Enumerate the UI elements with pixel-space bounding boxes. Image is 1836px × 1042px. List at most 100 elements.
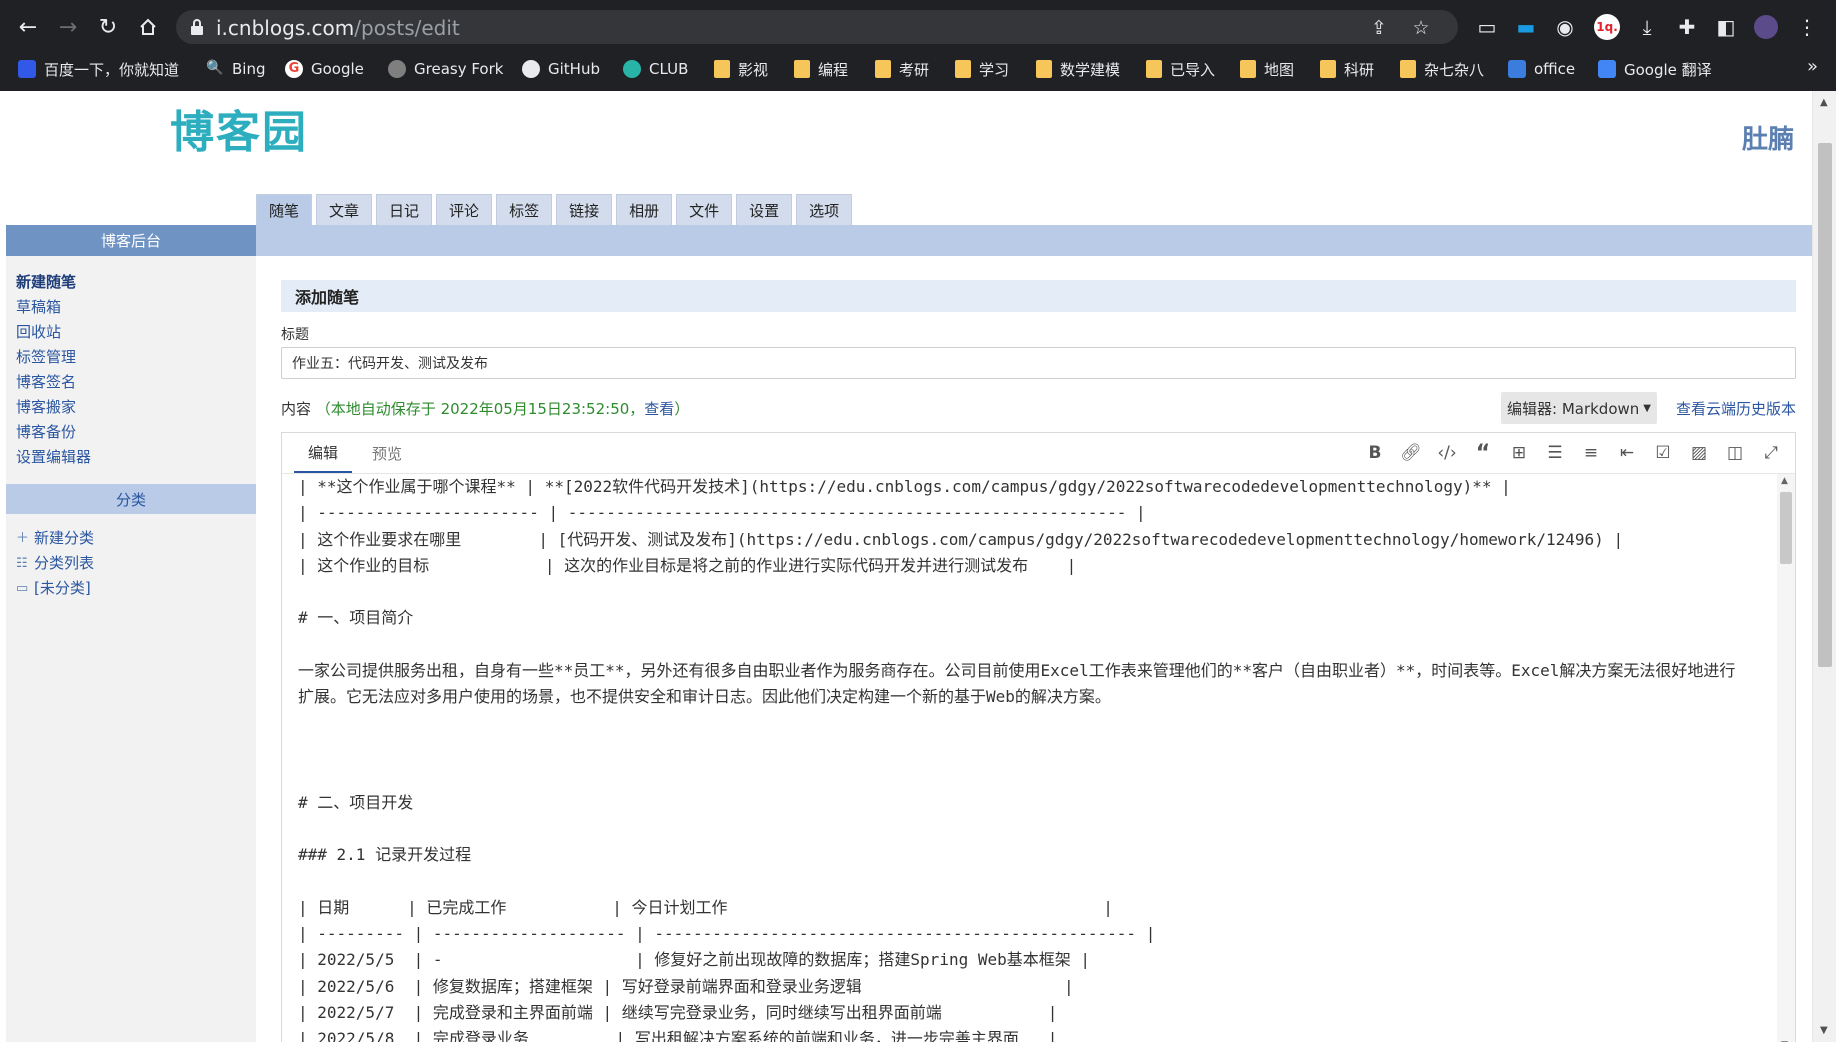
tab-preview[interactable]: 预览 <box>358 433 416 473</box>
reload-button[interactable]: ↻ <box>90 8 126 46</box>
section-title: 添加随笔 <box>281 280 1796 312</box>
sidebar-header: 博客后台 <box>6 225 256 256</box>
autosave-close-paren: ） <box>674 400 690 418</box>
eye-ext-icon[interactable]: ◉ <box>1548 10 1582 44</box>
editor-type-dropdown[interactable]: 编辑器: Markdown ▼ <box>1501 392 1657 424</box>
back-arrow-icon: ← <box>18 14 38 40</box>
bookmark-google-translate[interactable]: Google 翻译 <box>1598 56 1712 82</box>
cnblogs-logo[interactable]: 博客园 <box>170 105 308 158</box>
bookmark-folder-xuexi[interactable]: 学习 <box>955 56 1009 82</box>
tab-wenzhang[interactable]: 文章 <box>316 194 373 225</box>
bookmark-bing[interactable]: 🔍 Bing <box>206 56 266 82</box>
tab-edit[interactable]: 编辑 <box>294 433 353 473</box>
bookmark-google[interactable]: G Google <box>285 56 364 82</box>
category-new[interactable]: ＋新建分类 <box>16 526 246 551</box>
bookmark-office[interactable]: office <box>1508 56 1575 82</box>
reader-ext-icon[interactable]: ▭ <box>1470 10 1504 44</box>
link-icon[interactable]: 🔗︎ <box>1399 442 1423 464</box>
sidebar-item-new-post[interactable]: 新建随笔 <box>16 270 246 295</box>
tab-biaoqian[interactable]: 标签 <box>496 194 553 225</box>
autosave-view-link[interactable]: 查看 <box>644 400 674 418</box>
checkbox-icon[interactable]: ☑ <box>1651 442 1675 464</box>
scroll-up-icon[interactable]: ▲ <box>1820 97 1828 108</box>
sidebar-item-drafts[interactable]: 草稿箱 <box>16 295 246 320</box>
image-icon[interactable]: ▨ <box>1687 442 1711 464</box>
sidebar-item-recycle-bin[interactable]: 回收站 <box>16 320 246 345</box>
bookmark-folder-shuxuejianmo[interactable]: 数学建模 <box>1036 56 1120 82</box>
category-uncategorized[interactable]: ▭ [未分类] <box>16 576 246 601</box>
bookmark-github[interactable]: GitHub <box>522 56 600 82</box>
side-by-side-icon[interactable]: ◫ <box>1723 442 1747 464</box>
page-scrollbar[interactable]: ▲ ▼ <box>1812 91 1836 1042</box>
page: 博客园 肚腩 随笔 文章 日记 评论 标签 链接 相册 文件 设置 选项 博客后… <box>0 91 1812 1042</box>
download-icon[interactable]: ⤓ <box>1630 10 1664 44</box>
username-link[interactable]: 肚腩 <box>1742 119 1794 156</box>
tab-xuanxiang[interactable]: 选项 <box>796 194 853 225</box>
editor-textarea[interactable]: | **这个作业属于哪个课程** | **[2022软件代码开发技术](http… <box>282 473 1795 1042</box>
bookmarks-bar: 百度一下，你就知道 🔍 Bing G Google Greasy Fork GitH… <box>0 53 1836 85</box>
tab-suibi[interactable]: 随笔 <box>256 194 313 225</box>
scroll-up-icon[interactable]: ▲ <box>1781 476 1788 486</box>
cloud-history-link[interactable]: 查看云端历史版本 <box>1676 398 1796 419</box>
bookmark-folder-yidaoru[interactable]: 已导入 <box>1146 56 1215 82</box>
iq-ext-icon[interactable]: 1q. <box>1590 10 1624 44</box>
bookmark-folder-yingshi[interactable]: 影视 <box>714 56 768 82</box>
home-button[interactable] <box>130 8 166 46</box>
category-list[interactable]: ☷ 分类列表 <box>16 551 246 576</box>
puzzle-extensions-icon[interactable]: ✚ <box>1670 10 1704 44</box>
scroll-down-icon[interactable]: ▼ <box>1820 1025 1828 1036</box>
share-icon[interactable]: ⇪ <box>1368 17 1390 39</box>
address-bar[interactable]: i.cnblogs.com/posts/edit ⇪ ☆ <box>176 10 1458 44</box>
editor-line: | 2022/5/6 | 修复数据库；搭建框架 | 写好登录前端界面和登录业务逻… <box>298 976 1074 996</box>
tab-wenjian[interactable]: 文件 <box>676 194 733 225</box>
editor-scrollbar[interactable]: ▲ ▼ <box>1777 474 1795 1042</box>
sidebar-item-editor-settings[interactable]: 设置编辑器 <box>16 445 246 470</box>
code-icon[interactable]: ‹/› <box>1435 442 1459 464</box>
bookmarks-more-button[interactable]: » <box>1807 56 1818 77</box>
title-input[interactable]: 作业五：代码开发、测试及发布 <box>281 347 1796 379</box>
numbered-list-icon[interactable]: ≡ <box>1579 442 1603 464</box>
tab-pinglun[interactable]: 评论 <box>436 194 493 225</box>
bookmark-folder-zaqizaba[interactable]: 杂七杂八 <box>1400 56 1484 82</box>
sidebar-item-blog-signature[interactable]: 博客签名 <box>16 370 246 395</box>
github-icon <box>522 60 540 78</box>
tab-shezhi[interactable]: 设置 <box>736 194 793 225</box>
bookmark-folder-kaoyan[interactable]: 考研 <box>875 56 929 82</box>
tab-xiangce[interactable]: 相册 <box>616 194 673 225</box>
quote-icon[interactable]: “ <box>1471 441 1495 466</box>
bullet-list-icon[interactable]: ☰ <box>1543 442 1567 464</box>
tab-riji[interactable]: 日记 <box>376 194 433 225</box>
menu-icon[interactable]: ⋮ <box>1790 10 1824 44</box>
bookmark-folder-keyan[interactable]: 科研 <box>1320 56 1374 82</box>
bookmark-club[interactable]: CLUB <box>623 56 688 82</box>
bookmark-folder-ditu[interactable]: 地图 <box>1240 56 1294 82</box>
fullscreen-icon[interactable]: ⤢ <box>1759 442 1783 464</box>
back-button[interactable]: ← <box>10 8 46 46</box>
bookmark-greasyfork[interactable]: Greasy Fork <box>388 56 503 82</box>
editor-line: ### 2.1 记录开发过程 <box>298 845 472 865</box>
profile-avatar-icon[interactable] <box>1749 10 1783 44</box>
bookmark-baidu[interactable]: 百度一下，你就知道 <box>18 56 179 82</box>
category-links: ＋新建分类 ☷ 分类列表 ▭ [未分类] <box>6 514 256 601</box>
sidebar-item-tag-management[interactable]: 标签管理 <box>16 345 246 370</box>
editor-line: | 2022/5/5 | - | 修复好之前出现故障的数据库；搭建Spring … <box>298 950 1091 970</box>
table-icon[interactable]: ⊞ <box>1507 442 1531 464</box>
forward-button[interactable]: → <box>50 8 86 46</box>
outdent-icon[interactable]: ⇤ <box>1615 442 1639 464</box>
admin-tabs: 随笔 文章 日记 评论 标签 链接 相册 文件 设置 选项 <box>256 194 853 225</box>
page-scroll-thumb[interactable] <box>1818 143 1832 667</box>
editor-line: # 二、项目开发 <box>298 792 414 812</box>
star-icon[interactable]: ☆ <box>1410 17 1432 39</box>
bookmark-folder-biancheng[interactable]: 编程 <box>794 56 848 82</box>
iq-badge: 1q. <box>1594 14 1620 40</box>
blue-ext-icon[interactable]: ▬ <box>1509 10 1543 44</box>
side-panel-icon[interactable]: ◧ <box>1709 10 1743 44</box>
sidebar-item-blog-backup[interactable]: 博客备份 <box>16 420 246 445</box>
sidebar-item-blog-move[interactable]: 博客搬家 <box>16 395 246 420</box>
tab-lianjie[interactable]: 链接 <box>556 194 613 225</box>
editor-line: | 2022/5/7 | 完成登录和主界面前端 | 继续写完登录业务，同时继续写… <box>298 1002 1058 1022</box>
editor-scroll-thumb[interactable] <box>1780 492 1792 564</box>
content-label: 内容 <box>281 400 312 418</box>
bold-icon[interactable]: B <box>1363 442 1387 464</box>
